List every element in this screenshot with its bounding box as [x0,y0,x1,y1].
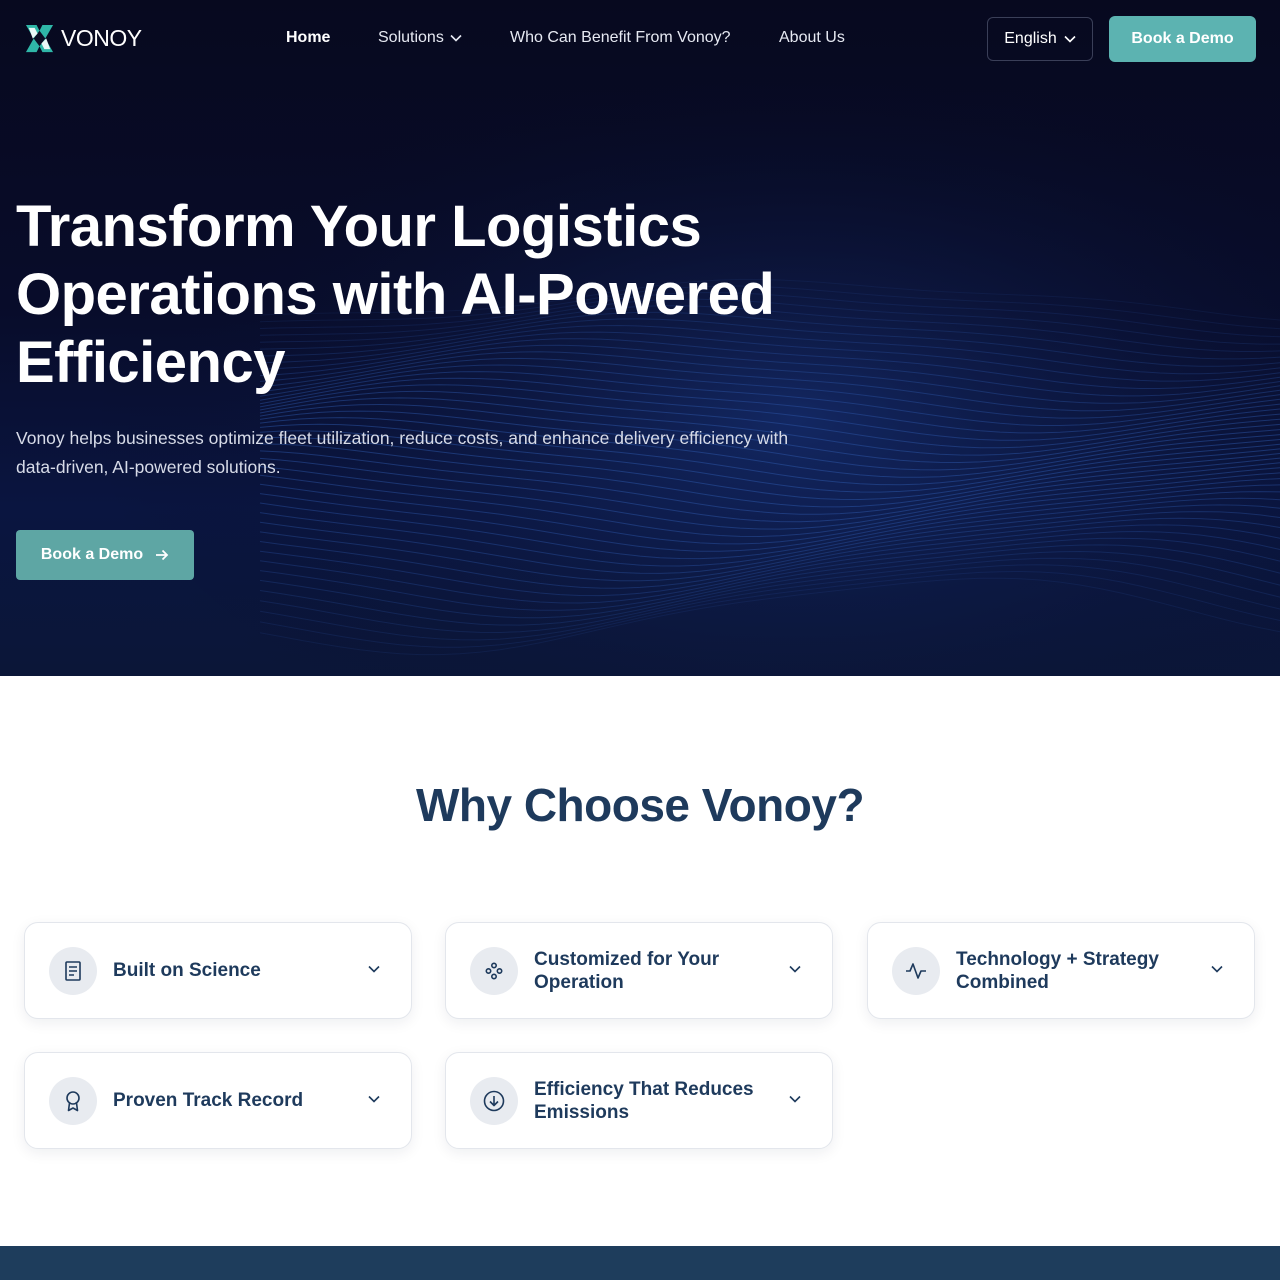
arrow-down-circle-icon [483,1090,505,1112]
card-label: Built on Science [113,960,261,981]
hero-section: VONOY Home Solutions Who Can Benefit Fro… [0,0,1280,676]
nav-solutions[interactable]: Solutions [378,29,462,47]
card-label: Efficiency That Reduces Emissions [534,1078,754,1123]
feature-card-built-on-science[interactable]: Built on Science [24,922,412,1019]
nav-about-us[interactable]: About Us [779,29,845,47]
card-label: Technology + Strategy Combined [956,948,1159,993]
card-icon-circle [892,947,940,995]
top-navigation: VONOY Home Solutions Who Can Benefit Fro… [0,0,1280,78]
feature-card-customized[interactable]: Customized for Your Operation [445,922,833,1019]
vonoy-logo[interactable]: VONOY [24,23,142,54]
chevron-down-icon [1064,35,1076,43]
chevron-down-icon [789,965,801,973]
card-icon-circle [49,947,97,995]
nav-solutions-label: Solutions [378,29,444,46]
language-select[interactable]: English [987,17,1093,61]
nav-book-demo-button[interactable]: Book a Demo [1109,16,1256,62]
chevron-down-icon [789,1095,801,1103]
hero-subtitle: Vonoy helps businesses optimize fleet ut… [16,428,789,477]
nav-about-label: About Us [779,29,845,46]
nav-book-demo-label: Book a Demo [1131,30,1234,47]
nav-home-label: Home [286,29,331,46]
chevron-down-icon [368,1095,380,1103]
nav-home[interactable]: Home [286,29,330,47]
card-icon-circle [470,947,518,995]
document-icon [65,961,81,981]
hero-title: Transform Your Logistics Operations with… [16,194,775,395]
language-label: English [1004,30,1057,47]
hero-book-demo-button[interactable]: Book a Demo [16,530,194,580]
card-icon-circle [470,1077,518,1125]
logo-wordmark: VONOY [61,25,142,51]
chevron-down-icon [450,34,462,42]
nav-who-label: Who Can Benefit From Vonoy? [510,29,731,46]
nodes-icon [485,962,503,980]
vonoy-logo-icon [25,24,54,53]
feature-card-efficiency-emissions[interactable]: Efficiency That Reduces Emissions [445,1052,833,1149]
nav-who-can-benefit[interactable]: Who Can Benefit From Vonoy? [510,29,731,47]
feature-card-proven-track-record[interactable]: Proven Track Record [24,1052,412,1149]
chevron-down-icon [368,965,380,973]
award-icon [66,1091,80,1112]
hero-book-demo-label: Book a Demo [40,546,144,563]
arrow-right-icon [156,549,169,561]
card-label: Customized for Your Operation [534,948,720,993]
next-section-band [0,1246,1280,1280]
why-choose-title: Why Choose Vonoy? [415,779,865,831]
feature-card-technology-strategy[interactable]: Technology + Strategy Combined [867,922,1255,1019]
card-icon-circle [49,1077,97,1125]
chevron-down-icon [1211,965,1223,973]
card-label: Proven Track Record [113,1090,304,1111]
activity-icon [906,963,926,979]
